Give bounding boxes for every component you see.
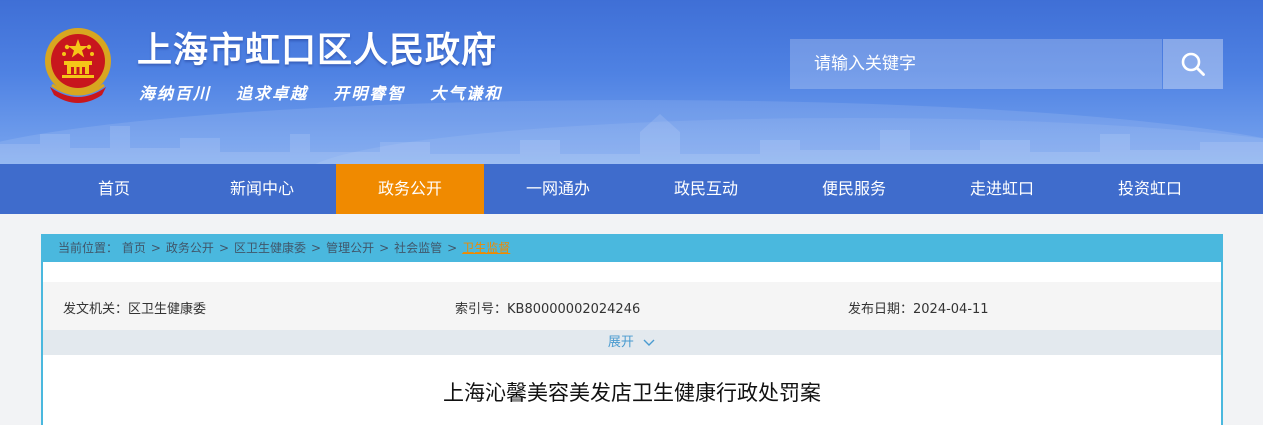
nav-item-about-hongkou[interactable]: 走进虹口 <box>928 164 1076 214</box>
breadcrumb-separator: > <box>218 241 229 255</box>
breadcrumb-item[interactable]: 管理公开 <box>326 241 374 255</box>
nav-item-invest-hongkou[interactable]: 投资虹口 <box>1076 164 1224 214</box>
search-icon <box>1181 52 1205 76</box>
nav-item-government-affairs[interactable]: 政务公开 <box>336 164 484 214</box>
nav-item-online-services[interactable]: 一网通办 <box>484 164 632 214</box>
breadcrumb-item[interactable]: 政务公开 <box>166 241 214 255</box>
breadcrumb-item[interactable]: 首页 <box>122 241 146 255</box>
nav-item-news[interactable]: 新闻中心 <box>188 164 336 214</box>
main-nav: 首页 新闻中心 政务公开 一网通办 政民互动 便民服务 走进虹口 投资虹口 <box>0 164 1263 214</box>
slogan: 海纳百川 <box>139 84 212 103</box>
national-emblem-icon <box>45 28 111 103</box>
search-box <box>790 39 1223 89</box>
slogan-row: 海纳百川 追求卓越 开明睿智 大气谦和 <box>139 80 522 103</box>
breadcrumb-separator: > <box>447 241 458 255</box>
chevron-down-icon <box>643 339 655 346</box>
search-button[interactable] <box>1163 39 1223 89</box>
issuer-field: 发文机关：区卫生健康委 <box>63 302 207 317</box>
expand-label: 展开 <box>607 335 634 350</box>
breadcrumb-label: 当前位置： <box>58 241 119 255</box>
content-panel: 当前位置： 首页 > 政务公开 > 区卫生健康委 > 管理公开 > 社会监管 > 卫生监督 发文机关… <box>41 234 1223 425</box>
breadcrumb-separator: > <box>150 241 161 255</box>
slogan: 追求卓越 <box>236 84 309 103</box>
site-title: 上海市虹口区人民政府 <box>137 31 498 71</box>
publish-date-field: 发布日期：2024-04-11 <box>848 302 989 317</box>
breadcrumb-item[interactable]: 社会监管 <box>394 241 442 255</box>
site-header: 上海市虹口区人民政府 海纳百川 追求卓越 开明睿智 大气谦和 <box>0 0 1263 164</box>
city-skyline <box>0 114 1263 164</box>
breadcrumb-separator: > <box>311 241 322 255</box>
document-meta: 发文机关：区卫生健康委 索引号：KB80000002024246 发布日期：20… <box>43 282 1221 330</box>
expand-toggle[interactable]: 展开 <box>43 330 1221 355</box>
slogan: 开明睿智 <box>333 84 406 103</box>
breadcrumb-current[interactable]: 卫生监督 <box>462 241 510 255</box>
search-input[interactable] <box>790 39 1162 89</box>
breadcrumb: 当前位置： 首页 > 政务公开 > 区卫生健康委 > 管理公开 > 社会监管 > 卫生监督 <box>43 234 1221 262</box>
nav-item-interaction[interactable]: 政民互动 <box>632 164 780 214</box>
slogan: 大气谦和 <box>430 84 503 103</box>
document-title: 上海沁馨美容美发店卫生健康行政处罚案 <box>443 381 821 405</box>
nav-item-home[interactable]: 首页 <box>40 164 188 214</box>
breadcrumb-separator: > <box>379 241 390 255</box>
nav-item-convenience[interactable]: 便民服务 <box>780 164 928 214</box>
index-number-field: 索引号：KB80000002024246 <box>455 302 641 317</box>
breadcrumb-item[interactable]: 区卫生健康委 <box>234 241 306 255</box>
